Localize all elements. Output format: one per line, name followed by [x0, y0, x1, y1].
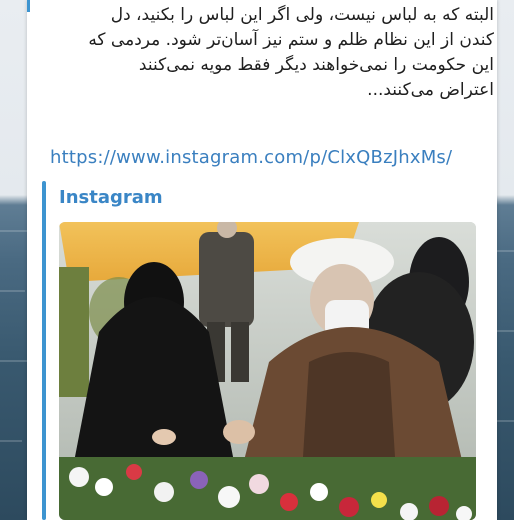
link-preview[interactable]: Instagram	[42, 181, 480, 520]
link-preview-accent-bar	[42, 181, 46, 520]
sea-wave	[497, 420, 514, 422]
message-text-line: کندن از این نظام ظلم و ستم نیز آسان‌تر ش…	[88, 30, 494, 50]
link-preview-photo[interactable]	[59, 222, 476, 520]
photo-image	[59, 222, 476, 520]
message-text: البته که به لباس نیست، ولی اگر این لباس …	[69, 3, 494, 103]
message-text-line: البته که به لباس نیست، ولی اگر این لباس …	[110, 5, 494, 25]
sea-wave	[0, 230, 30, 232]
sea-wave	[497, 330, 514, 332]
sea-wave	[0, 290, 25, 292]
link-preview-site-name: Instagram	[59, 187, 163, 208]
message-text-line: اعتراض می‌کنند...	[367, 80, 494, 100]
message-text-line: این حکومت را نمی‌خواهند دیگر فقط مویه نم…	[138, 55, 494, 75]
message-accent-rail	[27, 0, 30, 12]
sea-wave	[0, 360, 28, 362]
sea-wave	[0, 440, 22, 442]
instagram-post-link[interactable]: https://www.instagram.com/p/ClxQBzJhxMs/	[50, 147, 452, 168]
sea-wave	[497, 250, 514, 252]
